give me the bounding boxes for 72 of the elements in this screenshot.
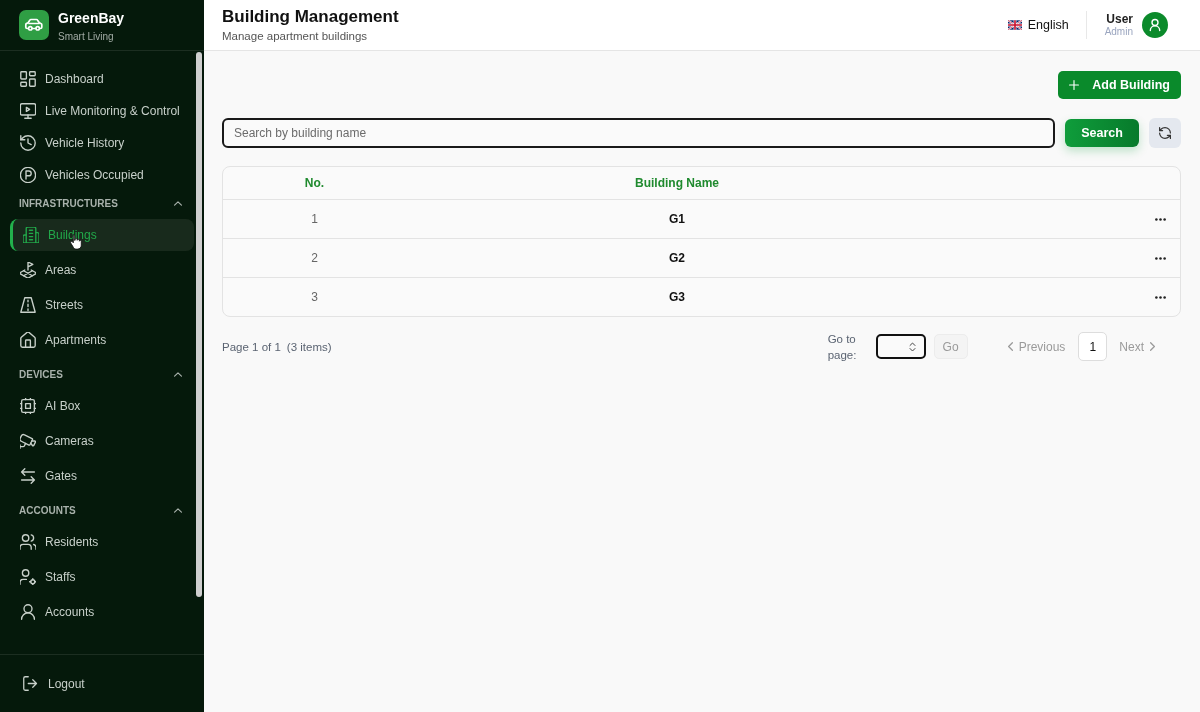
search-field[interactable]: Search by building name (222, 118, 1055, 148)
chevron-right-icon (1150, 342, 1155, 351)
chevron-up-icon[interactable] (174, 507, 182, 513)
users-icon (20, 534, 36, 550)
map-flag-icon (20, 262, 36, 278)
avatar-icon[interactable] (1142, 12, 1168, 38)
refresh-icon (1159, 127, 1171, 139)
sidebar-item[interactable]: Areas (10, 254, 194, 286)
item-count: (3 items) (286, 340, 332, 353)
user-name: User (1105, 12, 1133, 26)
more-icon[interactable] (1155, 295, 1166, 299)
sidebar-item[interactable]: Vehicles Occupied (10, 159, 194, 191)
logout-button[interactable]: Logout (10, 667, 98, 700)
chevron-up-down-icon[interactable] (908, 341, 916, 352)
sidebar-item[interactable]: Residents (10, 526, 194, 558)
search-button[interactable]: Search (1065, 119, 1139, 147)
sidebar-item[interactable]: Apartments (10, 324, 194, 356)
page-number-field[interactable] (875, 334, 926, 359)
building-name: G3 (669, 290, 685, 304)
history-icon (20, 135, 36, 151)
scrollbar-thumb[interactable] (196, 52, 202, 597)
road-icon (20, 297, 36, 313)
chevron-up-icon[interactable] (174, 371, 182, 377)
building-name: G2 (669, 251, 685, 265)
security-camera-icon (20, 433, 36, 449)
column-header: Building Name (635, 176, 719, 190)
car-logo-icon (19, 10, 49, 40)
building-icon (23, 227, 39, 243)
sidebar-item[interactable]: Dashboard (10, 63, 194, 95)
row-number: 1 (311, 212, 318, 226)
row-number: 3 (311, 290, 318, 304)
page-subtitle: Manage apartment buildings (222, 29, 369, 43)
page-button[interactable]: 1 (1078, 332, 1108, 361)
monitor-play-icon (20, 103, 36, 119)
column-header: No. (304, 176, 325, 190)
user-gear-icon (20, 569, 36, 585)
sidebar-item[interactable]: AI Box (10, 390, 194, 422)
add-building-button[interactable]: Add Building (1058, 71, 1181, 99)
chevron-up-icon[interactable] (174, 200, 182, 206)
brand-tagline: Smart Living (58, 29, 115, 43)
user-icon (20, 604, 36, 620)
plus-icon (1069, 80, 1080, 90)
row-number: 2 (311, 251, 318, 265)
more-icon[interactable] (1155, 217, 1166, 221)
sidebar-item[interactable]: Gates (10, 460, 194, 492)
uk-flag-icon (1007, 20, 1022, 30)
parking-icon (20, 167, 36, 183)
arrows-left-right-icon (20, 468, 36, 484)
sidebar-item[interactable]: Buildings (10, 219, 194, 251)
section-title: DEVICES (19, 368, 63, 380)
grid-icon (20, 71, 36, 87)
chip-icon (20, 398, 36, 414)
sidebar-item[interactable]: Live Monitoring & Control (10, 95, 194, 127)
logout-icon (23, 676, 38, 691)
sidebar-item[interactable]: Staffs (10, 561, 194, 593)
chevron-left-icon (1007, 342, 1013, 351)
goto-label: Go to page: (827, 331, 858, 363)
user-role: Admin (1104, 26, 1133, 38)
sidebar-item[interactable]: Streets (10, 289, 194, 321)
section-title: INFRASTRUCTURES (19, 197, 118, 209)
sidebar-item[interactable]: Cameras (10, 425, 194, 457)
sidebar-item[interactable]: Accounts (10, 596, 194, 628)
language-selector[interactable]: English (1007, 18, 1069, 32)
building-name: G1 (669, 212, 685, 226)
section-title: ACCOUNTS (19, 504, 76, 516)
more-icon[interactable] (1155, 256, 1166, 260)
page-info: Page 1 of 1 (222, 340, 281, 353)
house-icon (20, 332, 36, 348)
refresh-button[interactable] (1149, 118, 1181, 148)
page-title: Building Management (222, 7, 399, 27)
sidebar-item[interactable]: Vehicle History (10, 127, 194, 159)
brand-name: GreenBay (58, 9, 125, 27)
